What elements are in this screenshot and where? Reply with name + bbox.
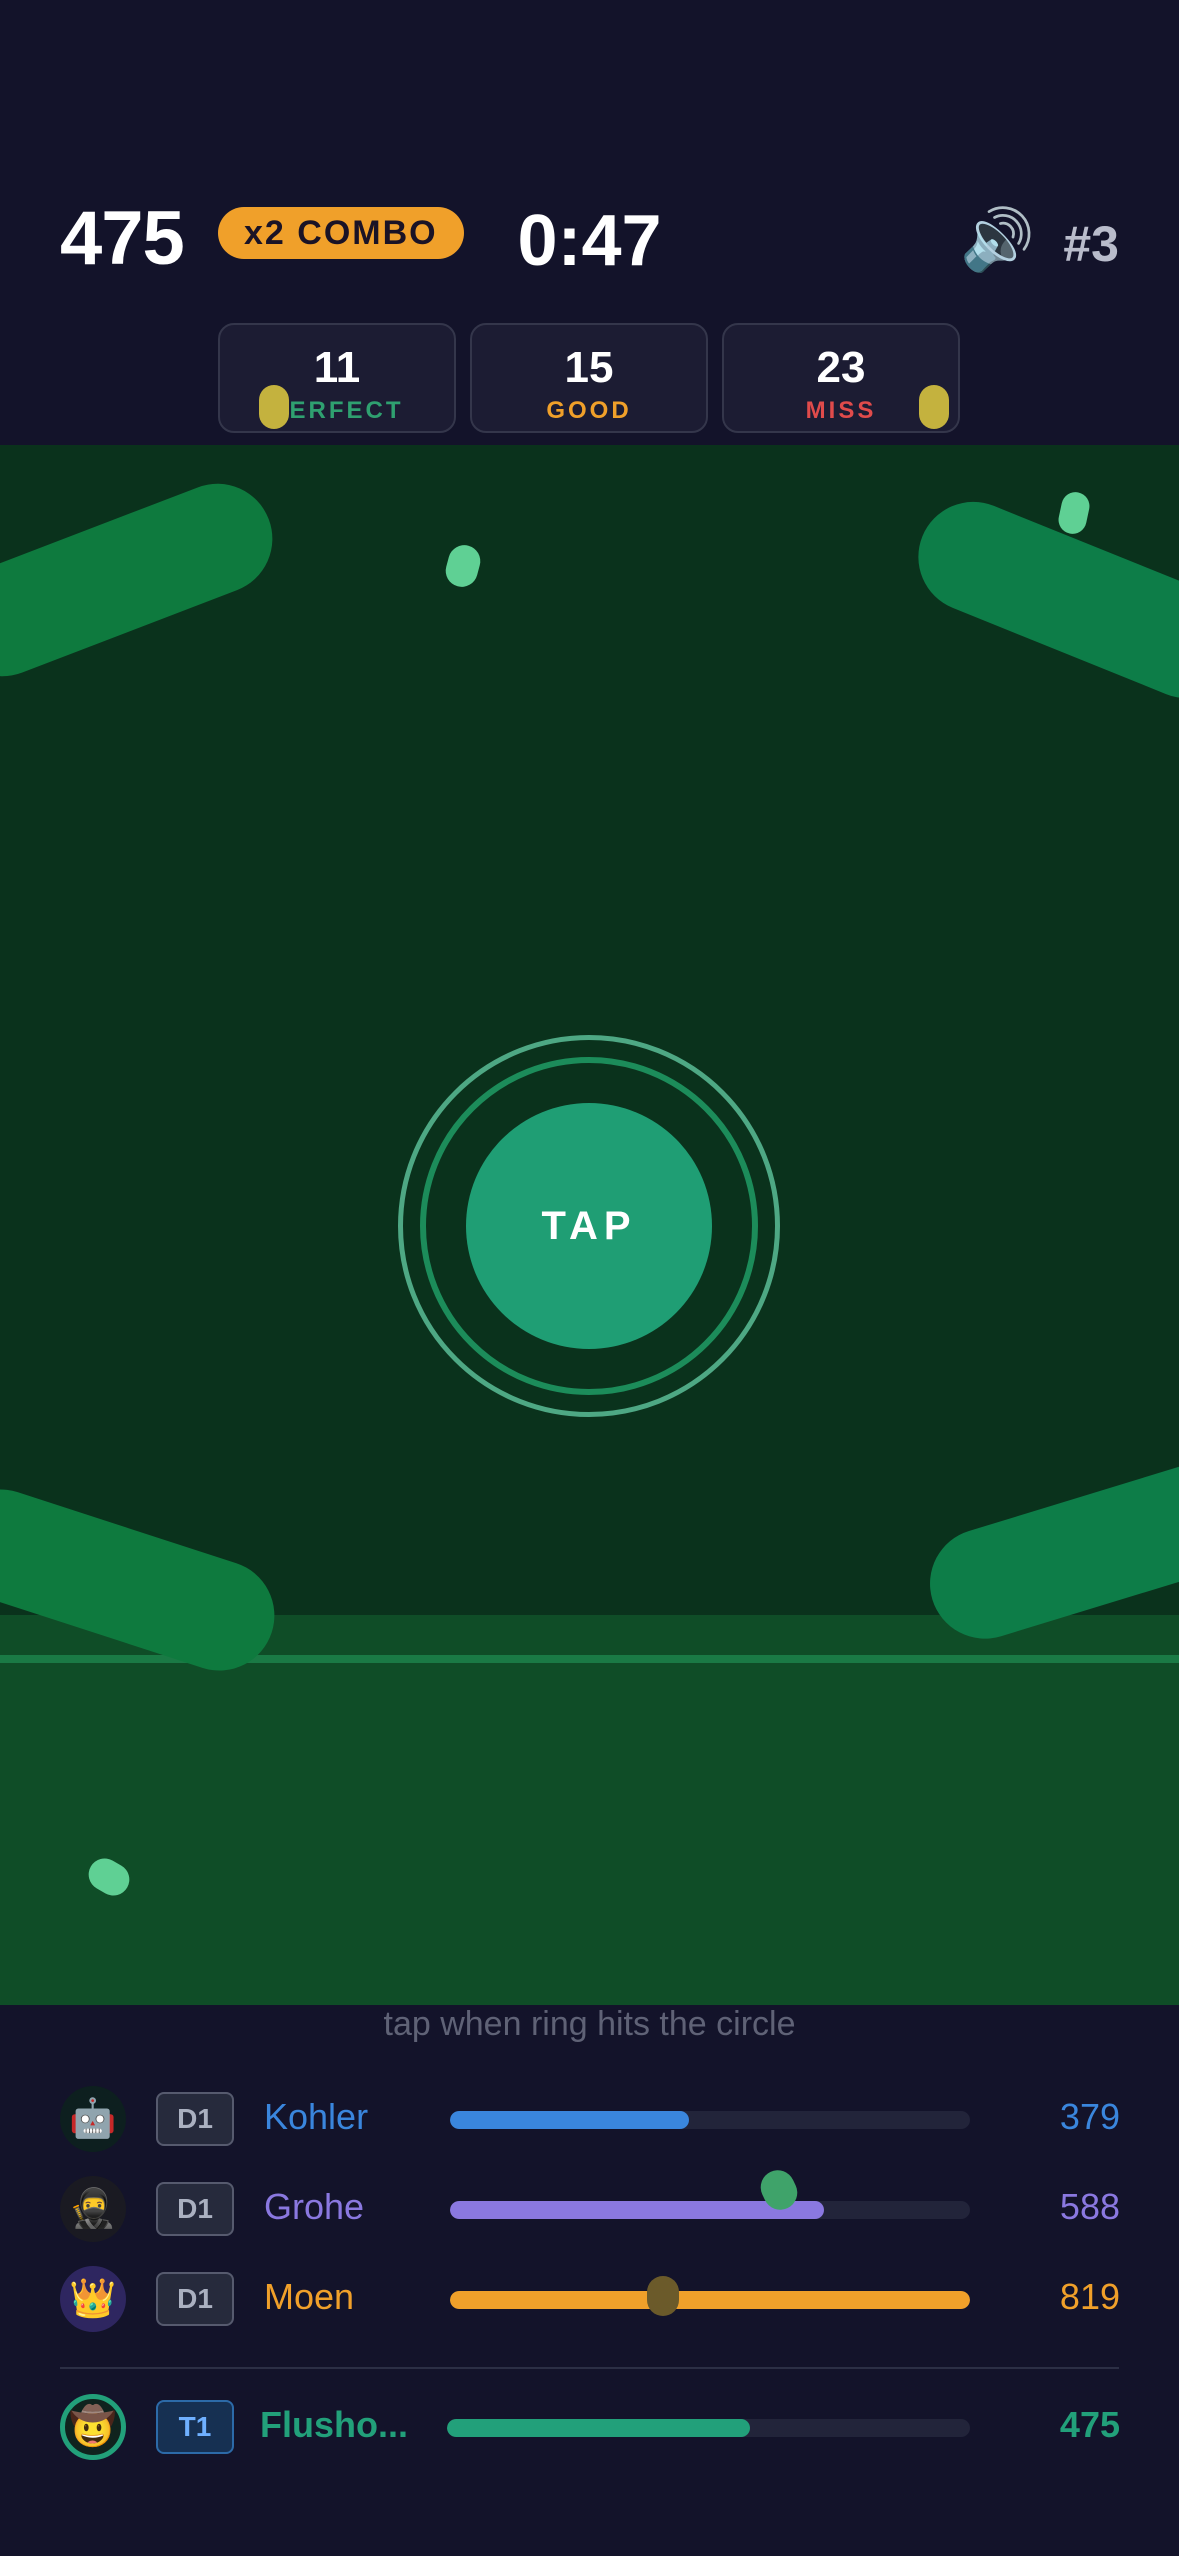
- player-score: 588: [1059, 2186, 1120, 2227]
- progress-fill: [450, 2291, 970, 2309]
- progress-fill: [450, 2111, 690, 2129]
- tier-badge: D1: [156, 2182, 234, 2236]
- leaderboard-row: 🥷 D1 Grohe 588: [60, 2174, 1120, 2244]
- sparkle: [442, 541, 484, 591]
- player-name: Kohler: [264, 2096, 369, 2137]
- stat-good: 15 GOOD: [470, 323, 708, 433]
- tap-target[interactable]: TAP: [398, 1035, 780, 1417]
- hit-stats: 11 PERFECT 15 GOOD 23 MISS: [218, 323, 960, 433]
- progress-fill: [447, 2419, 751, 2437]
- tier-badge: T1: [156, 2400, 234, 2454]
- player-name: Flusho...: [260, 2404, 408, 2445]
- avatar: 👑: [60, 2266, 126, 2332]
- leaderboard-row: 👑 D1 Moen 819: [60, 2264, 1120, 2334]
- leaderboard-row: 🤖 D1 Kohler 379: [60, 2084, 1120, 2154]
- rank-display: #3: [1063, 216, 1119, 272]
- avatar: 🥷: [60, 2176, 126, 2242]
- sparkle: [1055, 489, 1093, 537]
- game-hud: 475 x2 COMBO 0:47 🔊 #3 11 PERFECT 15 GOO…: [0, 0, 1179, 445]
- player-name: Moen: [264, 2276, 355, 2317]
- player-score: 475: [1059, 2404, 1120, 2445]
- tier-badge: D1: [156, 2092, 234, 2146]
- tier-badge: D1: [156, 2272, 234, 2326]
- progress-track: [450, 2201, 970, 2219]
- avatar: 🤖: [60, 2086, 126, 2152]
- falling-note: [259, 385, 289, 429]
- stat-good-label: GOOD: [546, 397, 632, 424]
- leaderboard-divider: [60, 2367, 1119, 2369]
- tap-button[interactable]: TAP: [466, 1103, 712, 1349]
- current-player-row: 🤠 T1 Flusho... 475: [60, 2392, 1120, 2462]
- lane-note: [901, 485, 1179, 715]
- speaker-icon[interactable]: 🔊: [960, 205, 1035, 275]
- stat-perfect: 11 PERFECT: [218, 323, 456, 433]
- stat-good-value: 15: [564, 343, 614, 392]
- stat-miss-value: 23: [816, 343, 866, 392]
- sparkle: [647, 2276, 679, 2316]
- falling-note: [919, 385, 949, 429]
- lane-note: [0, 467, 289, 693]
- player-score: 819: [1059, 2276, 1120, 2317]
- playfield[interactable]: TAP: [0, 445, 1179, 2005]
- progress-track: [447, 2419, 970, 2437]
- progress-track: [450, 2111, 970, 2129]
- stat-perfect-label: PERFECT: [270, 397, 404, 424]
- player-score: 379: [1059, 2096, 1120, 2137]
- player-name: Grohe: [264, 2186, 365, 2227]
- avatar: 🤠: [60, 2394, 126, 2460]
- stat-perfect-value: 11: [313, 343, 361, 392]
- progress-track: [450, 2291, 970, 2309]
- hit-zone: [0, 1615, 1179, 2005]
- instruction-hint: tap when ring hits the circle: [383, 2005, 796, 2043]
